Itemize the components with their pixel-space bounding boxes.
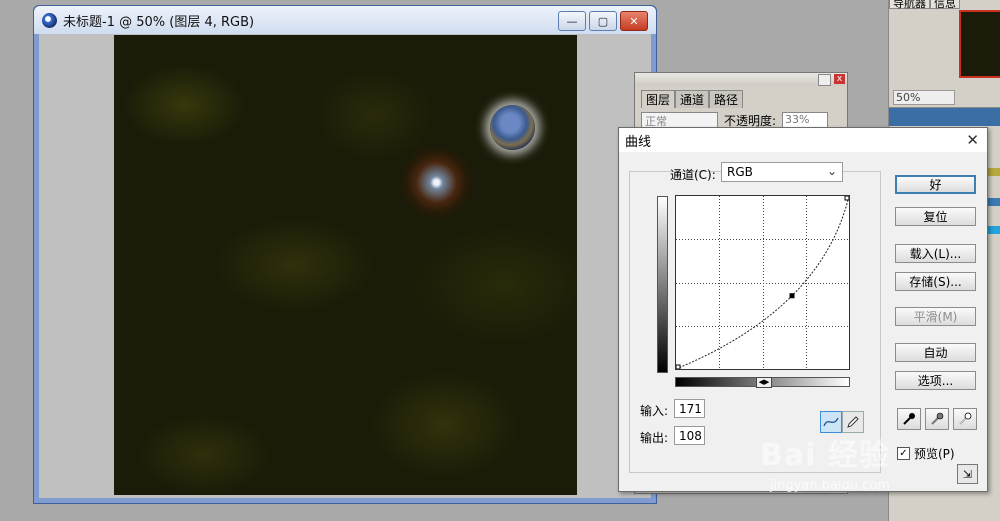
- tab-paths[interactable]: 路径: [709, 90, 744, 108]
- color-swatch[interactable]: [987, 168, 1000, 176]
- pencil-icon: [847, 416, 859, 428]
- options-button[interactable]: 选项...: [895, 371, 976, 390]
- save-button[interactable]: 存储(S)...: [895, 272, 976, 291]
- minimize-button[interactable]: —: [558, 11, 586, 31]
- palette-titlebar[interactable]: x: [635, 73, 847, 86]
- expand-grid-button[interactable]: ⇲: [957, 464, 978, 484]
- planet-earth: [490, 105, 535, 150]
- image-canvas[interactable]: [114, 35, 577, 495]
- photoshop-app-icon: [42, 12, 57, 28]
- curve-plot[interactable]: [675, 195, 850, 370]
- curve-endpoint-black[interactable]: [675, 364, 681, 370]
- dialog-close-icon[interactable]: ✕: [966, 131, 979, 149]
- ok-button[interactable]: 好: [895, 175, 976, 194]
- preview-label: 预览(P): [914, 447, 955, 461]
- lens-flare: [399, 145, 474, 220]
- eyedropper-white-icon: [959, 412, 972, 425]
- curve-tool-icon: [823, 417, 839, 427]
- channel-select[interactable]: RGB ⌄: [721, 162, 843, 182]
- navigator-zoom-field[interactable]: 50%: [893, 90, 955, 105]
- curve-graph[interactable]: [675, 195, 850, 370]
- white-point-eyedropper[interactable]: [953, 408, 977, 430]
- chevron-down-icon: ⌄: [826, 164, 837, 178]
- eyedropper-gray-icon: [931, 412, 944, 425]
- input-label: 输入:: [640, 404, 669, 418]
- output-field[interactable]: 108: [674, 426, 705, 445]
- tab-layers[interactable]: 图层: [641, 90, 676, 108]
- curve-endpoint-white[interactable]: [844, 195, 850, 201]
- tab-channels[interactable]: 通道: [675, 90, 710, 108]
- close-icon[interactable]: x: [834, 74, 845, 84]
- navigator-panel: 导航器 信息 50%: [888, 0, 1000, 108]
- maximize-icon: ▢: [597, 14, 609, 28]
- curve-control-point[interactable]: [789, 293, 795, 299]
- channel-value: RGB: [727, 165, 753, 179]
- document-client-area: [39, 34, 651, 498]
- document-title: 未标题-1 @ 50% (图层 4, RGB): [63, 14, 255, 30]
- input-gradient-bar: ◀▶: [675, 377, 850, 388]
- minimize-icon: —: [566, 14, 578, 28]
- input-field[interactable]: 171: [674, 399, 705, 418]
- checkmark-icon: ✓: [897, 447, 910, 460]
- output-gradient-bar: [657, 196, 668, 373]
- smooth-button[interactable]: 平滑(M): [895, 307, 976, 326]
- reset-button[interactable]: 复位: [895, 207, 976, 226]
- tab-navigator[interactable]: 导航器: [889, 0, 930, 10]
- curve-line: [675, 195, 850, 370]
- tab-info[interactable]: 信息: [930, 0, 960, 10]
- close-button[interactable]: ✕: [620, 11, 648, 31]
- resize-icon: ⇲: [962, 467, 973, 481]
- gradient-direction-toggle[interactable]: ◀▶: [756, 377, 772, 388]
- preview-checkbox[interactable]: ✓ 预览(P): [897, 445, 955, 462]
- channel-label: 通道(C):: [670, 168, 716, 182]
- document-window: 未标题-1 @ 50% (图层 4, RGB) — ▢ ✕: [33, 5, 657, 504]
- eyedropper-black-icon: [903, 413, 915, 425]
- watermark-url: jingyan.baidu.com: [770, 478, 890, 493]
- navigator-thumbnail[interactable]: [959, 10, 1000, 78]
- output-label: 输出:: [640, 431, 669, 445]
- panel-header-bar: [889, 108, 1000, 126]
- minimize-icon[interactable]: [818, 74, 831, 86]
- close-icon: ✕: [629, 14, 639, 28]
- navigator-tabs: 导航器 信息: [889, 0, 960, 10]
- palette-tabs: 图层 通道 路径: [635, 90, 847, 108]
- color-swatch[interactable]: [987, 198, 1000, 206]
- dialog-title: 曲线: [625, 134, 652, 150]
- baidu-watermark: Bai 经验: [760, 438, 890, 473]
- dialog-titlebar[interactable]: 曲线: [619, 128, 987, 152]
- black-point-eyedropper[interactable]: [897, 408, 921, 430]
- color-swatch[interactable]: [987, 226, 1000, 234]
- auto-button[interactable]: 自动: [895, 343, 976, 362]
- gray-point-eyedropper[interactable]: [925, 408, 949, 430]
- load-button[interactable]: 载入(L)...: [895, 244, 976, 263]
- maximize-button[interactable]: ▢: [589, 11, 617, 31]
- curve-grid: [676, 196, 849, 369]
